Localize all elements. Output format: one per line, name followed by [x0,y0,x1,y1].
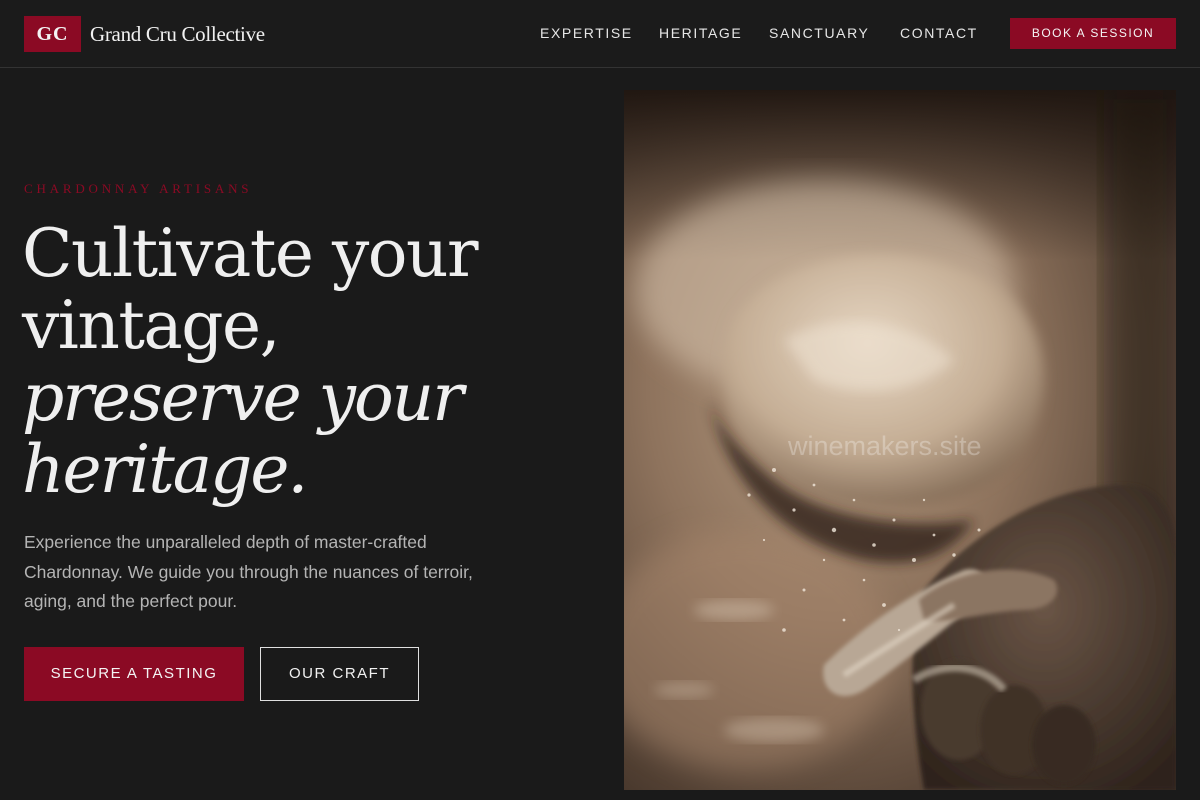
headline-line-4: heritage. [22,431,308,508]
book-session-button[interactable]: BOOK A SESSION [1010,18,1176,49]
hero-description: Experience the unparalleled depth of mas… [24,532,473,611]
nav-link-heritage[interactable]: HERITAGE [659,22,742,44]
nav-link-contact[interactable]: CONTACT [900,22,978,44]
watermark-text: winemakers.site [788,431,982,461]
headline-line-1: Cultivate your [22,215,479,292]
logo-mark[interactable]: GC [24,16,81,52]
secure-tasting-button[interactable]: SECURE A TASTING [24,647,244,701]
nav-link-sanctuary[interactable]: SANCTUARY [769,22,870,44]
our-craft-button[interactable]: OUR CRAFT [260,647,419,701]
headline-line-2: vintage, [22,287,281,364]
headline-line-3: preserve your [22,359,464,436]
hero-headline: Cultivate your vintage, preserve your he… [22,218,582,506]
hero-eyebrow: CHARDONNAY ARTISANS [24,181,253,196]
nav-link-expertise[interactable]: EXPERTISE [540,22,633,44]
brand-name[interactable]: Grand Cru Collective [90,18,265,50]
site-header: GC Grand Cru Collective EXPERTISE HERITA… [0,0,1200,68]
